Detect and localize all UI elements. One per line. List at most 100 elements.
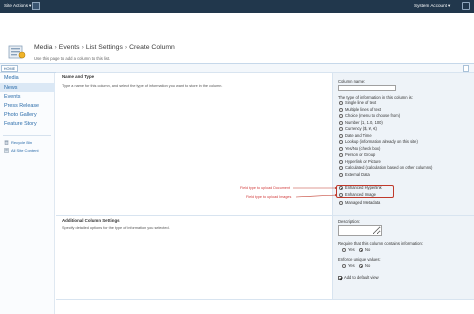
annotation-document: Field type to upload Document xyxy=(240,186,291,190)
type-option-date-time[interactable]: Date and Time xyxy=(339,133,372,139)
sidebar-item-press-release[interactable]: Press Release xyxy=(4,102,39,110)
quick-launch: Media News Events Press Release Photo Ga… xyxy=(0,73,55,314)
radio-button[interactable] xyxy=(339,120,343,125)
radio-button[interactable] xyxy=(339,140,343,144)
type-option-person-group[interactable]: Person or Group xyxy=(339,152,375,158)
settings-page-icon xyxy=(8,45,26,59)
edit-page-icon[interactable] xyxy=(32,2,40,10)
sidebar-item-events[interactable]: Events xyxy=(4,93,20,101)
type-option-label: External Data xyxy=(345,171,370,177)
radio-button[interactable] xyxy=(339,114,343,118)
radio-button[interactable] xyxy=(339,101,343,105)
site-content-icon xyxy=(4,148,9,153)
radio-button[interactable] xyxy=(339,107,343,112)
type-option-yes-no[interactable]: Yes/No (check box) xyxy=(339,146,380,152)
enforce-unique-label: Enforce unique values: xyxy=(338,257,381,262)
chevron-down-icon: ▾ xyxy=(447,3,451,8)
breadcrumb-list-settings[interactable]: List Settings xyxy=(86,44,123,51)
top-ribbon-bar: Site Actions ▾ System Account ▾ xyxy=(0,0,474,13)
description-field[interactable] xyxy=(338,225,382,236)
radio-button[interactable] xyxy=(342,264,346,268)
type-option-choice[interactable]: Choice (menu to choose from) xyxy=(339,113,400,119)
type-option-calculated[interactable]: Calculated (calculation based on other c… xyxy=(339,165,432,171)
type-option-label: Date and Time xyxy=(345,132,372,138)
yes-label: Yes xyxy=(348,247,355,252)
radio-button[interactable] xyxy=(339,133,343,138)
type-option-lookup[interactable]: Lookup (information already on this site… xyxy=(339,139,418,145)
radio-button[interactable] xyxy=(339,172,343,177)
type-option-single-line[interactable]: Single line of text xyxy=(339,100,376,106)
type-option-label: Multiple lines of text xyxy=(345,106,381,112)
radio-button[interactable] xyxy=(339,127,343,131)
type-option-label: Number (1, 1.0, 100) xyxy=(345,119,383,125)
type-option-managed-metadata[interactable]: Managed Metadata xyxy=(339,200,380,206)
site-actions-menu[interactable]: Site Actions ▾ xyxy=(2,2,35,10)
description-label: Description: xyxy=(338,219,361,224)
radio-button[interactable] xyxy=(339,201,343,205)
recycle-bin-label: Recycle Bin xyxy=(11,140,33,145)
field-options-panel: Column name: The type of information in … xyxy=(332,73,474,299)
enforce-no-option[interactable]: No xyxy=(359,263,370,269)
radio-button[interactable] xyxy=(342,248,346,252)
column-name-label: Column name: xyxy=(338,79,366,84)
breadcrumb: Media › Events › List Settings › Create … xyxy=(34,44,175,51)
all-site-content-link[interactable]: All Site Content xyxy=(4,147,39,154)
section-title-additional-settings: Additional Column Settings xyxy=(62,218,120,223)
require-yes-option[interactable]: Yes xyxy=(342,247,355,253)
breadcrumb-events[interactable]: Events xyxy=(59,44,80,51)
type-option-external-data[interactable]: External Data xyxy=(339,172,370,178)
yes-label: Yes xyxy=(348,263,355,268)
type-option-label: Lookup (information already on this site… xyxy=(345,139,418,144)
user-menu[interactable]: System Account ▾ xyxy=(414,2,450,10)
radio-button-selected[interactable] xyxy=(359,248,363,252)
type-option-label: Person or Group xyxy=(345,152,376,157)
site-actions-label: Site Actions xyxy=(4,3,29,8)
search-scope-icon[interactable] xyxy=(463,65,469,72)
column-name-input[interactable] xyxy=(338,85,396,91)
annotation-arrow-images xyxy=(295,193,338,198)
radio-button-selected[interactable] xyxy=(359,264,363,268)
chevron-down-icon: ▾ xyxy=(29,3,32,8)
annotation-images: Field type to upload Images xyxy=(246,195,292,199)
type-option-label: Calculated (calculation based on other c… xyxy=(345,165,433,170)
radio-button[interactable] xyxy=(339,159,343,164)
type-option-label: Single line of text xyxy=(345,100,377,105)
breadcrumb-separator: › xyxy=(54,44,57,51)
user-name: System Account xyxy=(414,3,447,8)
type-option-currency[interactable]: Currency ($, ¥, €) xyxy=(339,126,377,132)
radio-button[interactable] xyxy=(339,146,343,151)
type-option-label: Managed Metadata xyxy=(345,200,381,205)
section-title-name-type: Name and Type xyxy=(62,74,95,79)
sidebar-item-photo-gallery[interactable]: Photo Gallery xyxy=(4,111,37,119)
no-label: No xyxy=(365,263,371,268)
type-option-hyperlink[interactable]: Hyperlink or Picture xyxy=(339,159,381,165)
page-description: Use this page to add a column to this li… xyxy=(34,56,111,61)
sidebar-item-media[interactable]: Media xyxy=(4,74,19,82)
sidebar-item-feature-story[interactable]: Feature Story xyxy=(4,120,37,128)
radio-button[interactable] xyxy=(339,166,343,170)
add-default-view-option[interactable]: Add to default view xyxy=(338,275,379,281)
breadcrumb-separator: › xyxy=(81,44,84,51)
recycle-bin-link[interactable]: Recycle Bin xyxy=(4,139,32,146)
add-default-view-checkbox[interactable] xyxy=(338,276,342,280)
type-option-label: Hyperlink or Picture xyxy=(345,158,381,164)
type-option-number[interactable]: Number (1, 1.0, 100) xyxy=(339,120,383,126)
breadcrumb-media[interactable]: Media xyxy=(34,44,53,51)
section-description-name-type: Type a name for this column, and select … xyxy=(62,84,223,88)
main-content: Name and Type Type a name for this colum… xyxy=(56,72,474,314)
breadcrumb-separator: › xyxy=(124,44,128,51)
help-icon[interactable] xyxy=(462,2,470,10)
require-label: Require that this column contains inform… xyxy=(338,241,423,246)
enforce-yes-option[interactable]: Yes xyxy=(342,263,355,269)
type-option-label: Yes/No (check box) xyxy=(345,145,381,151)
divider xyxy=(56,299,474,300)
type-option-label: Currency ($, ¥, €) xyxy=(345,126,377,131)
sidebar-item-news[interactable]: News xyxy=(4,84,17,92)
tab-home[interactable]: HOME xyxy=(1,65,18,72)
type-option-multiple-lines[interactable]: Multiple lines of text xyxy=(339,107,381,113)
page-title: Create Column xyxy=(129,44,175,51)
radio-button[interactable] xyxy=(339,153,343,157)
require-no-option[interactable]: No xyxy=(359,247,370,253)
title-area: Media › Events › List Settings › Create … xyxy=(0,13,474,63)
recycle-bin-icon xyxy=(4,140,9,145)
